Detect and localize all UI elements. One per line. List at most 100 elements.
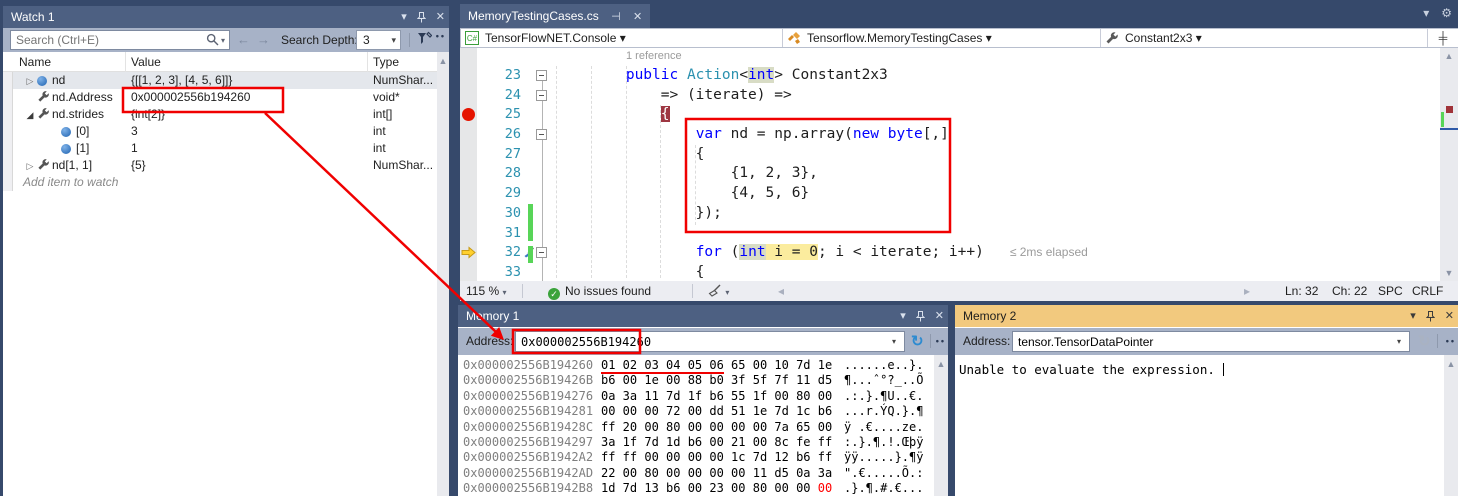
memory-rows[interactable]: 0x000002556B19426001 02 03 04 05 06 65 0… — [458, 358, 934, 496]
search-depth-select[interactable]: 3 ▾ — [356, 30, 401, 50]
close-icon[interactable]: ✕ — [1445, 305, 1454, 327]
expander-icon[interactable]: ▷ — [23, 73, 37, 89]
code-line[interactable]: 33 { — [460, 263, 1440, 281]
codelens-references[interactable]: 1 reference — [626, 50, 682, 62]
memory-row[interactable]: 0x000002556B1942AD22 00 80 00 00 00 00 1… — [458, 466, 934, 481]
editor-vertical-scrollbar[interactable]: ▲ ▼ — [1440, 48, 1458, 281]
watch-titlebar[interactable]: Watch 1 ▾ ✕ — [3, 6, 449, 28]
memory1-scrollbar[interactable]: ▲ — [934, 355, 948, 496]
nav-back-icon[interactable]: ← — [237, 32, 250, 47]
watch-row[interactable]: ▷nd[1, 1]{5}NumShar... — [3, 157, 437, 174]
toolbar-overflow-button[interactable]: •• — [1446, 336, 1456, 346]
memory2-scrollbar[interactable]: ▲ — [1444, 355, 1458, 496]
search-options-arrow-icon[interactable]: ▾ — [221, 36, 225, 45]
memory-row[interactable]: 0x000002556B1942760a 3a 11 7d 1f b6 55 1… — [458, 389, 934, 404]
code-line[interactable]: 27 { — [460, 145, 1440, 165]
tab-pin-icon[interactable]: ⊣ — [611, 11, 621, 23]
project-dropdown[interactable]: C# TensorFlowNET.Console ▾ — [461, 29, 783, 47]
memory2-address-input[interactable] — [1012, 331, 1410, 352]
memory-row[interactable]: 0x000002556B19428100 00 00 72 00 dd 51 1… — [458, 404, 934, 419]
watch-row[interactable]: ◢nd.strides{int[2]}int[] — [3, 106, 437, 123]
code-line[interactable]: 26 var nd = np.array(new byte[,] — [460, 125, 1440, 145]
fold-collapse-icon[interactable] — [536, 70, 547, 81]
scroll-up-icon[interactable]: ▲ — [937, 359, 946, 369]
tab-list-chevron-icon[interactable]: ▾ — [1423, 6, 1429, 20]
pin-icon[interactable] — [417, 12, 426, 23]
code-cleanup-button[interactable]: ▾ — [708, 281, 729, 301]
search-icon[interactable] — [206, 33, 219, 46]
zoom-select[interactable]: 115 % ▾ — [466, 281, 507, 301]
column-header-value[interactable]: Value — [125, 52, 367, 72]
code-line[interactable]: 32 for (int i = 0; i < iterate; i++)≤ 2m… — [460, 243, 1440, 263]
memory1-titlebar[interactable]: Memory 1 ▾ ✕ — [458, 305, 948, 327]
split-window-button[interactable]: ╪ — [1428, 29, 1458, 47]
memory-row[interactable]: 0x000002556B19426001 02 03 04 05 06 65 0… — [458, 358, 934, 373]
scroll-up-icon[interactable]: ▲ — [1447, 359, 1456, 369]
toolbar-overflow-button[interactable]: •• — [936, 336, 946, 346]
chevron-down-icon[interactable]: ▾ — [986, 31, 992, 45]
memory-row-ascii: ÿ .€....ze. — [844, 420, 923, 435]
fold-collapse-icon[interactable] — [536, 247, 547, 258]
watch-row[interactable]: [0]3int — [3, 123, 437, 140]
window-position-icon[interactable]: ▾ — [401, 6, 407, 28]
code-line[interactable]: 31 — [460, 224, 1440, 244]
code-line[interactable]: 23 public Action<int> Constant2x3 — [460, 66, 1440, 86]
window-position-icon[interactable]: ▾ — [1410, 305, 1416, 327]
code-line[interactable]: 24 => (iterate) => — [460, 86, 1440, 106]
scroll-up-icon[interactable]: ▲ — [1445, 51, 1454, 61]
fold-collapse-icon[interactable] — [536, 129, 547, 140]
breakpoint-icon[interactable] — [462, 108, 475, 121]
scroll-down-icon[interactable]: ▼ — [1445, 268, 1454, 278]
chevron-down-icon[interactable]: ▾ — [1397, 337, 1401, 346]
pin-filter-icon[interactable] — [416, 31, 432, 47]
nav-forward-icon[interactable]: → — [257, 32, 270, 47]
gear-icon[interactable]: ⚙ — [1441, 6, 1452, 20]
hscrollbar[interactable]: ◂▸ — [760, 281, 1250, 301]
health-indicator[interactable]: ✓No issues found — [548, 281, 651, 301]
toolbar-overflow-button[interactable]: •• — [436, 31, 446, 41]
add-watch-row[interactable]: Add item to watch — [3, 174, 437, 191]
watch-row[interactable]: nd.Address0x000002556b194260void* — [3, 89, 437, 106]
code-line[interactable]: 25 { — [460, 105, 1440, 125]
document-tab[interactable]: MemoryTestingCases.cs ⊣ ✕ — [460, 4, 650, 28]
code-line[interactable]: 28 {1, 2, 3}, — [460, 164, 1440, 184]
property-wrench-icon — [37, 90, 52, 103]
code-line[interactable]: 30 }); — [460, 204, 1440, 224]
code-editor[interactable]: 1 reference 23 public Action<int> Consta… — [460, 48, 1440, 281]
annotation-underline: 01 02 03 04 05 06 — [601, 358, 724, 374]
watch-row[interactable]: ▷nd{[[1, 2, 3], [4, 5, 6]]}NumShar... — [3, 72, 437, 89]
watch-scrollbar[interactable]: ▲ — [437, 52, 449, 496]
memory2-titlebar[interactable]: Memory 2 ▾ ✕ — [955, 305, 1458, 327]
expander-icon[interactable]: ◢ — [23, 107, 37, 123]
code-line[interactable]: 29 {4, 5, 6} — [460, 184, 1440, 204]
search-input[interactable] — [10, 30, 230, 50]
type-dropdown[interactable]: Tensorflow.MemoryTestingCases ▾ — [783, 29, 1101, 47]
memory-row[interactable]: 0x000002556B1942973a 1f 7d 1d b6 00 21 0… — [458, 435, 934, 450]
memory-row-address: 0x000002556B194276 — [463, 389, 593, 404]
close-icon[interactable]: ✕ — [436, 6, 445, 28]
memory-row[interactable]: 0x000002556B1942A2ff ff 00 00 00 00 1c 7… — [458, 450, 934, 465]
pin-icon[interactable] — [916, 311, 925, 322]
chevron-down-icon[interactable]: ▾ — [892, 337, 896, 346]
window-position-icon[interactable]: ▾ — [900, 305, 906, 327]
watch-row[interactable]: [1]1int — [3, 140, 437, 157]
expander-icon[interactable]: ▷ — [23, 158, 37, 174]
memory-row[interactable]: 0x000002556B19428Cff 20 00 80 00 00 00 0… — [458, 420, 934, 435]
refresh-icon[interactable]: ↻ — [911, 332, 924, 350]
column-header-name[interactable]: Name — [13, 52, 125, 72]
fold-collapse-icon[interactable] — [536, 90, 547, 101]
memory-row[interactable]: 0x000002556B1942B81d 7d 13 b6 00 23 00 8… — [458, 481, 934, 496]
member-dropdown[interactable]: Constant2x3 ▾ — [1101, 29, 1428, 47]
row-gutter — [3, 140, 13, 157]
close-icon[interactable]: ✕ — [935, 305, 944, 327]
pin-icon[interactable] — [1426, 311, 1435, 322]
chevron-down-icon[interactable]: ▾ — [1196, 31, 1202, 45]
tab-close-icon[interactable]: ✕ — [633, 11, 642, 23]
chevron-down-icon[interactable]: ▾ — [620, 31, 626, 45]
add-item-to-watch[interactable]: Add item to watch — [13, 174, 173, 191]
column-header-type[interactable]: Type — [367, 52, 436, 72]
scroll-up-icon[interactable]: ▲ — [439, 56, 448, 66]
chevron-down-icon[interactable]: ▾ — [391, 31, 396, 49]
memory-row[interactable]: 0x000002556B19426Bb6 00 1e 00 88 b0 3f 5… — [458, 373, 934, 388]
memory1-address-input[interactable] — [515, 331, 905, 352]
